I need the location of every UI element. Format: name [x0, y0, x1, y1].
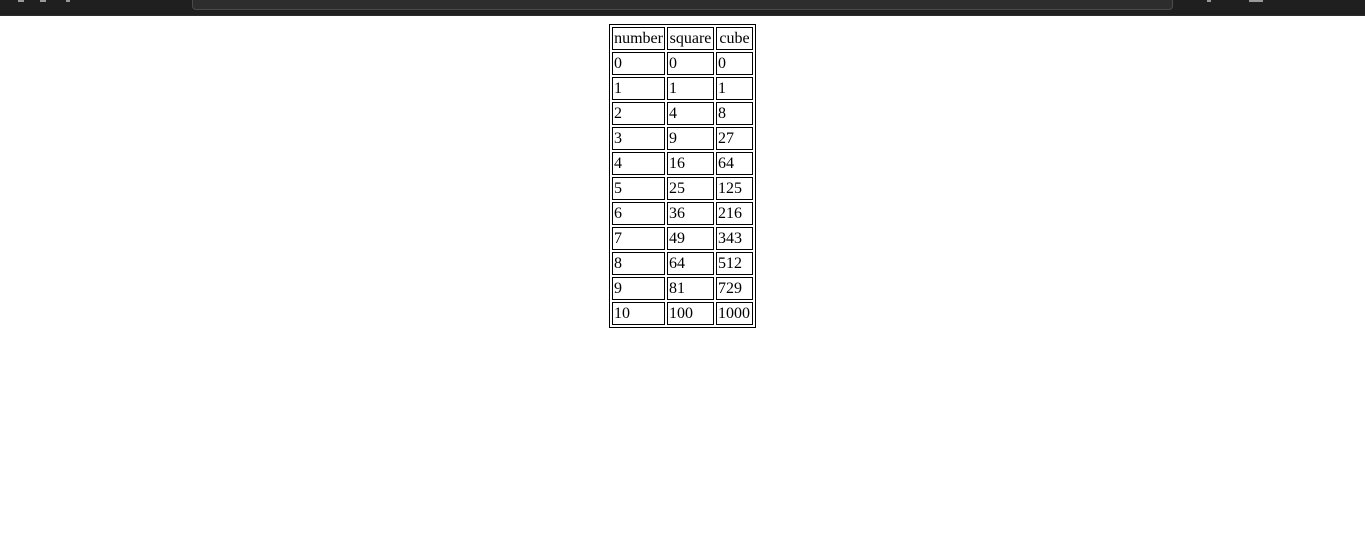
cell-cube: 64: [716, 152, 753, 175]
number-table: number square cube 0 0 0 1 1 1 2 4 8 3 9 27 4 16 64 5 25…: [609, 24, 756, 328]
table-row: 111: [612, 77, 753, 100]
cell-square: 0: [667, 52, 714, 75]
forward-icon[interactable]: [40, 0, 46, 2]
cell-cube: 8: [716, 102, 753, 125]
cell-square: 100: [667, 302, 714, 325]
table-container: number square cube 0 0 0 1 1 1 2 4 8 3 9 27 4 16 64 5 25…: [609, 24, 756, 328]
table-row: 8 64 512: [612, 252, 753, 275]
cell-square: 49: [667, 227, 714, 250]
table-row: 10 100 1000: [612, 302, 753, 325]
table-row: 000: [612, 52, 753, 75]
table-row: 6 36 216: [612, 202, 753, 225]
table-row: 3 9 27: [612, 127, 753, 150]
cell-square: 25: [667, 177, 714, 200]
cell-number: 7: [612, 227, 665, 250]
profile-icon[interactable]: [1207, 0, 1211, 2]
table-row: 7 49 343: [612, 227, 753, 250]
menu-icon[interactable]: [1249, 0, 1263, 2]
cell-number: 6: [612, 202, 665, 225]
cell-square: 16: [667, 152, 714, 175]
cell-square: 1: [667, 77, 714, 100]
cell-square: 36: [667, 202, 714, 225]
cell-cube: 125: [716, 177, 753, 200]
table-row: 4 16 64: [612, 152, 753, 175]
table-row: 9 81 729: [612, 277, 753, 300]
cell-cube: 27: [716, 127, 753, 150]
table-body: 0 0 0 1 1 1 2 4 8 3 9 27 4 16 64 5 25 125 6 36 216 7 49 343 8 64 5…: [612, 52, 753, 325]
cell-square: 64: [667, 252, 714, 275]
address-bar[interactable]: [192, 0, 1173, 10]
cell-number: 3: [612, 127, 665, 150]
cell-cube: 1: [716, 77, 753, 100]
cell-cube: 1000: [716, 302, 753, 325]
cell-number: 5: [612, 177, 665, 200]
cell-number: 10: [612, 302, 665, 325]
cell-number: 9: [612, 277, 665, 300]
table-header-row: number square cube: [612, 27, 753, 50]
cell-square: 9: [667, 127, 714, 150]
cell-cube: 0: [716, 52, 753, 75]
cell-number: 1: [612, 77, 665, 100]
header-square: square: [667, 27, 714, 50]
reload-icon[interactable]: [66, 0, 70, 2]
header-number: number: [612, 27, 665, 50]
browser-toolbar: [0, 0, 1365, 16]
header-cube: cube: [716, 27, 753, 50]
cell-cube: 216: [716, 202, 753, 225]
cell-cube: 729: [716, 277, 753, 300]
table-row: 5 25 125: [612, 177, 753, 200]
cell-number: 4: [612, 152, 665, 175]
cell-cube: 343: [716, 227, 753, 250]
cell-number: 0: [612, 52, 665, 75]
cell-cube: 512: [716, 252, 753, 275]
table-row: 248: [612, 102, 753, 125]
back-icon[interactable]: [18, 0, 24, 2]
cell-number: 2: [612, 102, 665, 125]
cell-square: 4: [667, 102, 714, 125]
cell-number: 8: [612, 252, 665, 275]
cell-square: 81: [667, 277, 714, 300]
